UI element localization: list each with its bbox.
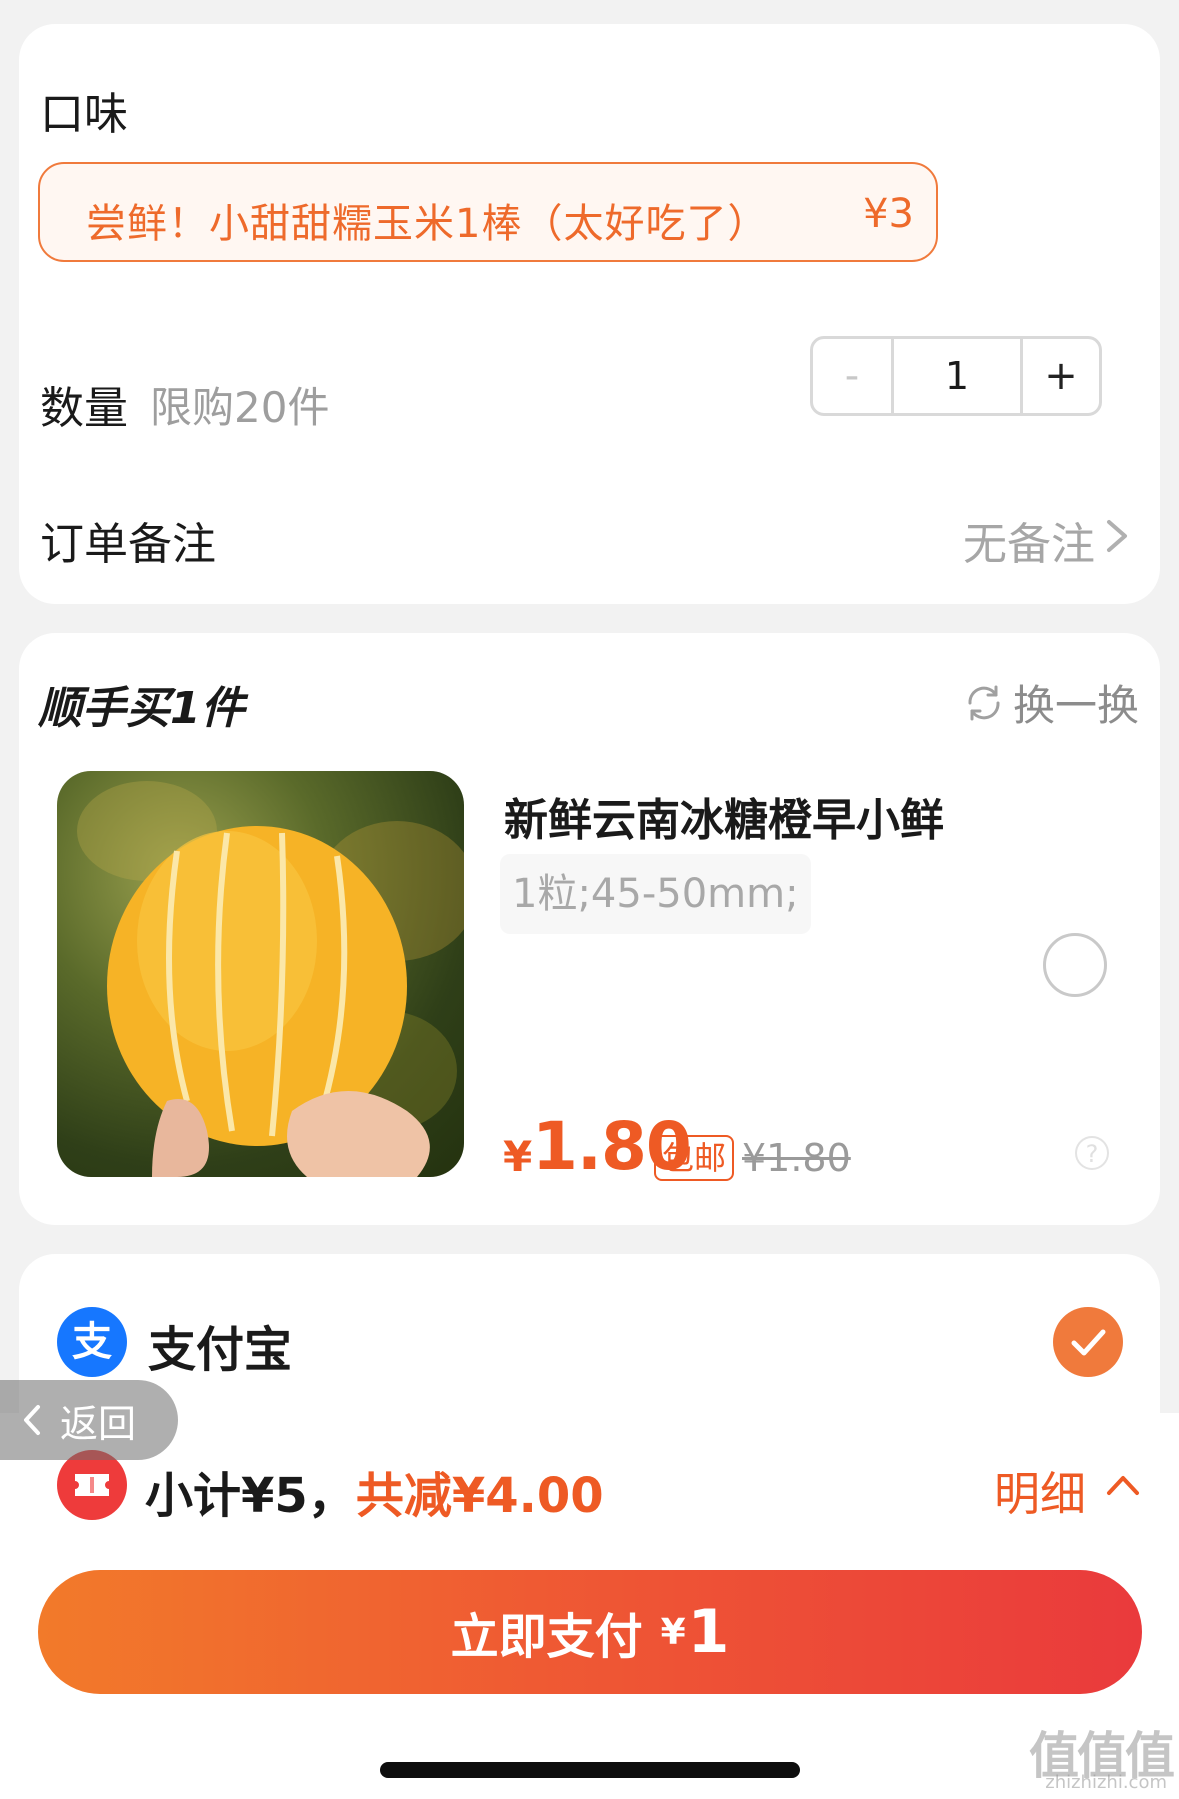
addon-title: 顺手买1件: [38, 683, 245, 734]
pay-now-amount: 1: [687, 1597, 730, 1667]
watermark-url: zhizhizhi.com: [1045, 1772, 1167, 1793]
product-name[interactable]: 新鲜云南冰糖橙早小鲜: [504, 784, 944, 848]
original-price: ¥1.80: [742, 1136, 851, 1180]
detail-link[interactable]: 明细: [994, 1458, 1086, 1524]
flavor-option-selected[interactable]: 尝鲜！小甜甜糯玉米1棒（太好吃了） ¥3: [38, 162, 938, 262]
orange-illustration: [77, 781, 464, 1177]
subtotal-text: 小计¥5，: [145, 1468, 356, 1524]
payment-method-label[interactable]: 支付宝: [148, 1310, 292, 1380]
coupon-icon: [57, 1450, 127, 1520]
quantity-value[interactable]: 1: [894, 339, 1020, 413]
product-image[interactable]: [57, 771, 464, 1177]
quantity-increase-button[interactable]: +: [1020, 339, 1099, 413]
swap-button[interactable]: 换一换: [963, 672, 1139, 733]
back-label: 返回: [60, 1401, 137, 1446]
flavor-option-name: 尝鲜！小甜甜糯玉米1棒（太好吃了）: [86, 201, 769, 247]
product-select-radio[interactable]: [1043, 933, 1107, 997]
price-summary: 小计¥5，共减¥4.00: [145, 1456, 604, 1526]
price-currency: ¥: [503, 1132, 533, 1181]
pay-now-button[interactable]: 立即支付 ¥ 1: [38, 1570, 1142, 1694]
quantity-decrease-button[interactable]: -: [813, 339, 894, 413]
discount-text: 共减¥4.00: [355, 1468, 604, 1524]
product-spec[interactable]: 1粒;45-50mm;: [500, 854, 811, 934]
flavor-option-price: ¥3: [863, 191, 914, 237]
chevron-left-icon: [24, 1405, 40, 1435]
alipay-icon: 支: [57, 1307, 127, 1377]
refresh-icon: [968, 685, 1000, 720]
flavor-label: 口味: [40, 89, 128, 140]
order-note-value[interactable]: 无备注: [963, 508, 1095, 572]
order-note-label[interactable]: 订单备注: [40, 508, 216, 572]
quantity-label: 数量: [40, 383, 128, 434]
payment-selected-check[interactable]: [1053, 1307, 1123, 1377]
swap-label: 换一换: [1012, 681, 1139, 730]
quantity-stepper: - 1 +: [810, 336, 1102, 416]
chevron-up-icon[interactable]: [1104, 1466, 1142, 1504]
back-button[interactable]: 返回: [0, 1380, 178, 1460]
home-indicator[interactable]: [380, 1762, 800, 1778]
check-icon: [1071, 1329, 1106, 1356]
quantity-limit: 限购20件: [150, 383, 330, 432]
pay-now-currency: ¥: [660, 1611, 686, 1653]
help-icon[interactable]: ?: [1075, 1136, 1109, 1170]
pay-now-label: 立即支付: [450, 1609, 643, 1665]
free-shipping-badge: 包邮: [654, 1135, 735, 1181]
chevron-right-icon[interactable]: [1095, 514, 1139, 558]
